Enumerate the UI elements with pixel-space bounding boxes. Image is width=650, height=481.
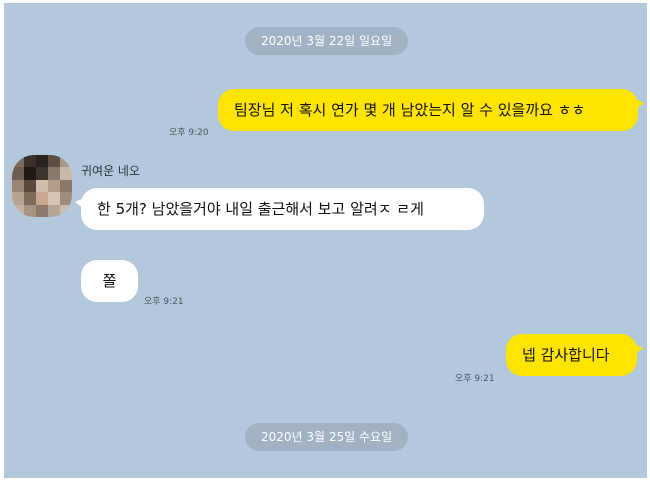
message-timestamp-1: 오후 9:20 — [169, 128, 209, 138]
message-timestamp-2: 오후 9:21 — [144, 297, 184, 307]
chat-room: 2020년 3월 22일 일요일 팀장님 저 혹시 연가 몇 개 남았는지 알 … — [4, 3, 647, 478]
sender-avatar[interactable] — [12, 155, 72, 217]
sender-name: 귀여운 네오 — [81, 164, 141, 178]
their-message-bubble-2[interactable]: 쫄 — [81, 260, 138, 302]
date-divider-first: 2020년 3월 22일 일요일 — [245, 27, 409, 55]
my-message-bubble-2[interactable]: 넵 감사합니다 — [506, 334, 643, 376]
my-message-bubble-1[interactable]: 팀장님 저 혹시 연가 몇 개 남았는지 알 수 있을까요 ㅎㅎ — [218, 89, 644, 131]
message-timestamp-3: 오후 9:21 — [455, 374, 495, 384]
date-divider-second: 2020년 3월 25일 수요일 — [245, 423, 409, 451]
their-message-bubble-1[interactable]: 한 5개? 남았을거야 내일 출근해서 보고 알려ㅈ ㄹ게 — [75, 188, 484, 230]
